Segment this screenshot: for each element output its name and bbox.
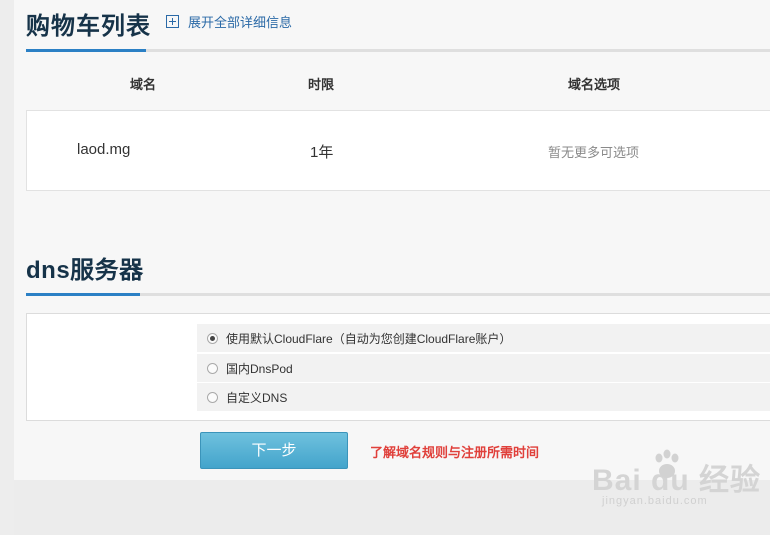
left-edge (0, 0, 14, 535)
cell-period: 1年 (310, 144, 334, 161)
dns-option-dnspod[interactable]: 国内DnsPod (197, 354, 770, 382)
cart-title-accent (26, 49, 146, 52)
cell-domain: laod.mg (77, 141, 131, 158)
plus-icon[interactable] (166, 15, 179, 28)
cart-title: 购物车列表 (26, 13, 151, 40)
cell-options: 暂无更多可选项 (548, 145, 640, 160)
dns-option-label: 国内DnsPod (226, 361, 293, 376)
expand-details-label: 展开全部详细信息 (188, 15, 293, 30)
cart-title-underline (26, 49, 770, 52)
dns-title-underline (26, 293, 770, 296)
paw-icon (655, 449, 679, 478)
dns-option-label: 自定义DNS (226, 390, 288, 405)
radio-cloudflare[interactable] (207, 332, 218, 344)
dns-options-panel: 使用默认CloudFlare（自动为您创建CloudFlare账户） 国内Dns… (26, 313, 770, 421)
column-header-options: 域名选项 (568, 77, 621, 92)
next-step-button[interactable]: 下一步 (200, 432, 348, 469)
dns-option-label: 使用默认CloudFlare（自动为您创建CloudFlare账户） (226, 331, 512, 346)
dns-title-accent (26, 293, 140, 296)
radio-custom[interactable] (207, 391, 218, 403)
cart-page: 购物车列表 展开全部详细信息 域名 时限 域名选项 laod.mg 1年 暂无更… (14, 0, 770, 480)
table-row: laod.mg 1年 暂无更多可选项 (26, 110, 770, 191)
expand-details-link[interactable]: 展开全部详细信息 (166, 12, 292, 31)
dns-option-custom[interactable]: 自定义DNS (197, 383, 770, 411)
column-header-domain: 域名 (130, 77, 157, 92)
dns-option-cloudflare[interactable]: 使用默认CloudFlare（自动为您创建CloudFlare账户） (197, 324, 770, 352)
dns-title: dns服务器 (26, 257, 144, 284)
watermark-sub: jingyan.baidu.com (602, 495, 708, 507)
baidu-watermark: Bai du 经验 jingyan.baidu.com (592, 449, 761, 507)
domain-rules-link[interactable]: 了解域名规则与注册所需时间 (370, 442, 539, 461)
column-header-period: 时限 (308, 77, 335, 92)
radio-dnspod[interactable] (207, 362, 218, 374)
